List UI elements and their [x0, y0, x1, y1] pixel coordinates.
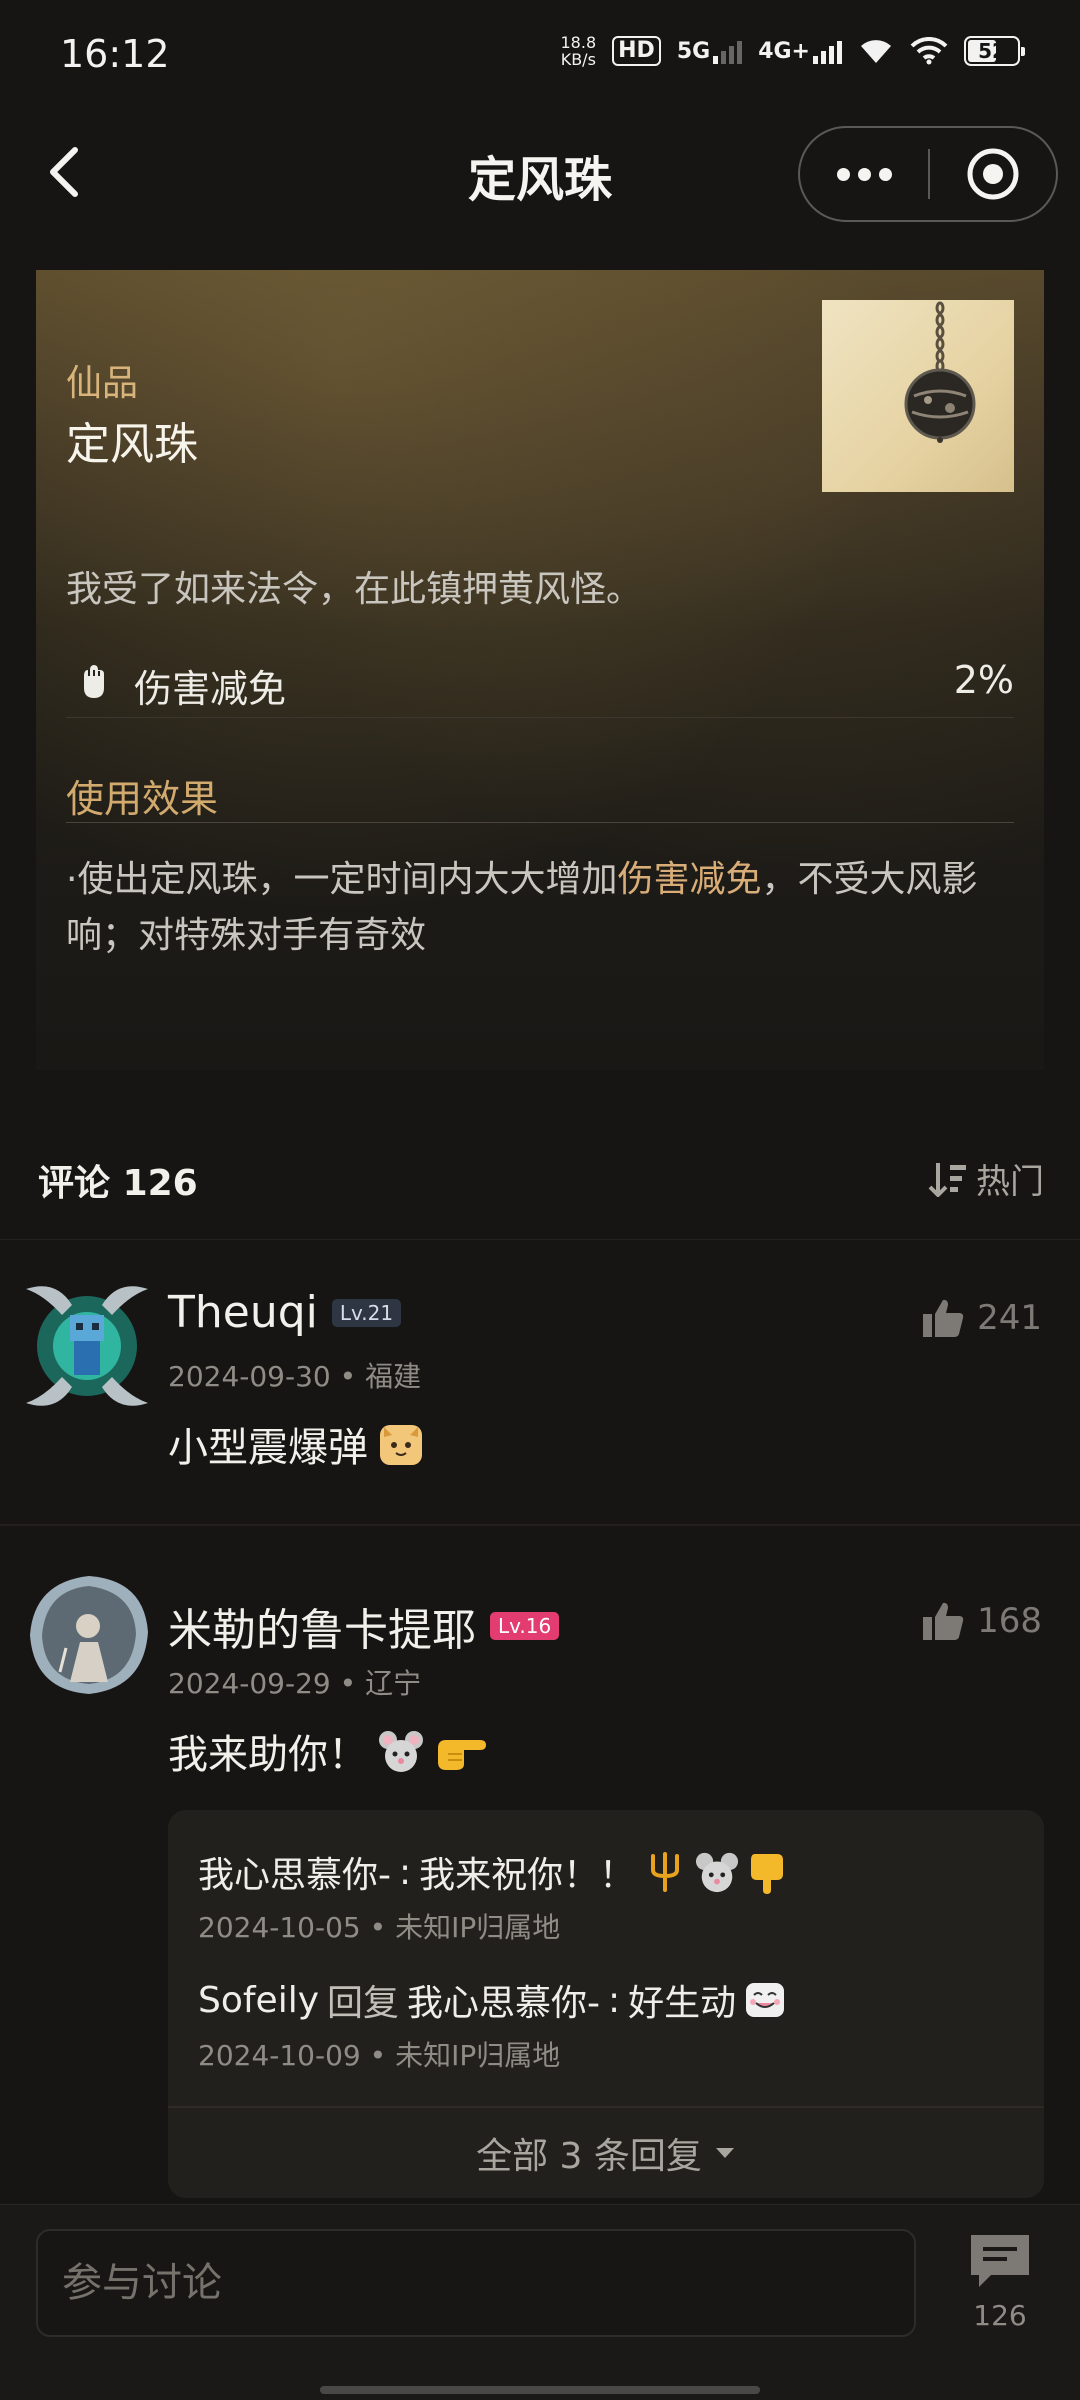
reply-text: Sofeily 回复 我心思慕你-: 好生动 — [198, 1974, 786, 2026]
comment-author[interactable]: Theuqi Lv.21 — [168, 1287, 402, 1338]
signal-5g-icon: 5G — [677, 39, 743, 64]
comment-meta: 2024-09-30 • 福建 — [168, 1360, 422, 1393]
bottom-bar: 126 — [0, 2204, 1080, 2400]
avatar[interactable] — [16, 1275, 158, 1417]
mouse-emoji-icon — [379, 1731, 423, 1772]
thumbs-up-icon — [923, 1299, 964, 1337]
miniapp-capsule — [798, 126, 1058, 222]
level-badge: Lv.21 — [331, 1298, 402, 1327]
caret-down-icon — [715, 2148, 734, 2158]
home-indicator[interactable] — [320, 2386, 760, 2394]
like-count: 168 — [977, 1601, 1042, 1641]
avatar-image — [26, 1286, 148, 1406]
reply-meta: 2024-10-05 • 未知IP归属地 — [198, 1911, 561, 1944]
item-grade: 仙品 — [66, 363, 139, 404]
level-badge: Lv.16 — [490, 1612, 560, 1640]
comments-count: 126 — [122, 1163, 198, 1204]
sort-label: 热门 — [976, 1162, 1044, 1202]
trident-emoji-icon — [651, 1852, 680, 1892]
avatar-image — [30, 1576, 148, 1694]
comment-count: 126 — [973, 2299, 1027, 2332]
cat-emoji-icon — [380, 1425, 422, 1465]
nav-bar: 定风珠 — [0, 112, 1080, 236]
close-miniapp-button[interactable] — [930, 146, 1056, 202]
net-speed: 18.8 KB/s — [560, 33, 597, 69]
status-time: 16:12 — [60, 32, 170, 76]
comment-text: 我来助你！ — [168, 1722, 488, 1780]
comment-text: 小型震爆弹 — [168, 1415, 424, 1473]
item-card: 仙品 定风珠 我受了如来法令，在此镇押黄风怪。 伤害减免 2% 使用效果 ·使出… — [36, 270, 1044, 1070]
effect-highlight: 伤害减免 — [617, 859, 762, 900]
avatar[interactable] — [26, 1572, 152, 1698]
effect-text: ·使出定风珠，一定时间内大大增加伤害减免，不受大风影响；对特殊对手有奇效 — [66, 859, 978, 956]
status-icons: 18.8 KB/s HD 5G 4G+ 52 — [560, 33, 1025, 69]
pointing-down-emoji-icon — [751, 1854, 784, 1894]
item-name: 定风珠 — [66, 419, 198, 470]
discuss-input[interactable] — [36, 2229, 916, 2337]
like-button[interactable]: 168 — [921, 1600, 1042, 1642]
fist-icon — [84, 665, 104, 698]
sort-hot-button[interactable]: 热门 — [928, 1154, 1044, 1203]
item-description: 我受了如来法令，在此镇押黄风怪。 — [66, 569, 643, 610]
replies-box: 我心思慕你-: 我来祝你！！ 2024-10-05 • 未知IP归属地 Sofe… — [168, 1810, 1044, 2198]
smiley-emoji-icon — [746, 1983, 785, 2017]
view-all-replies-button[interactable]: 全部 3 条回复 — [168, 2108, 1044, 2198]
comment-author[interactable]: 米勒的鲁卡提耶 Lv.16 — [168, 1594, 560, 1658]
target-icon — [967, 148, 1019, 200]
reply-text: 我心思慕你-: 我来祝你！！ — [198, 1846, 787, 1898]
thumbs-up-icon — [923, 1602, 964, 1640]
stat-value: 2% — [953, 658, 1014, 702]
status-bar: 16:12 18.8 KB/s HD 5G 4G+ 52 — [0, 0, 1080, 112]
effect-title: 使用效果 — [66, 777, 219, 821]
sort-icon — [928, 1162, 966, 1197]
wifi-icon — [861, 40, 891, 63]
hd-icon: HD — [612, 36, 661, 66]
pointing-hand-emoji-icon — [438, 1740, 486, 1770]
like-button[interactable]: 241 — [921, 1297, 1042, 1339]
comments-button[interactable]: 126 — [960, 2231, 1040, 2341]
reply-meta: 2024-10-09 • 未知IP归属地 — [198, 2039, 561, 2072]
stat-row: 伤害减免 2% — [66, 654, 1014, 718]
more-dots-icon — [836, 167, 850, 181]
like-count: 241 — [977, 1298, 1042, 1338]
wifi-icon-2 — [910, 37, 948, 65]
comments-title: 评论 126 — [38, 1163, 198, 1204]
item-image — [822, 300, 1014, 492]
wind-pearl-image — [904, 301, 976, 443]
comment-bubble-icon — [971, 2235, 1029, 2287]
signal-4g-icon: 4G+ — [758, 39, 842, 64]
comment-meta: 2024-09-29 • 辽宁 — [168, 1667, 422, 1700]
reply-item[interactable]: 我心思慕你-: 我来祝你！！ 2024-10-05 • 未知IP归属地 — [198, 1846, 787, 1946]
effect-divider — [66, 822, 1014, 823]
more-button[interactable] — [800, 128, 928, 220]
stat-label: 伤害减免 — [134, 667, 287, 711]
comments-header: 评论 126 热门 — [0, 1110, 1080, 1240]
reply-item[interactable]: Sofeily 回复 我心思慕你-: 好生动 2024-10-09 • 未知IP… — [198, 1974, 786, 2074]
comment-divider — [0, 1524, 1080, 1526]
battery-icon: 52 — [964, 36, 1025, 66]
mouse-emoji-icon — [696, 1852, 739, 1893]
